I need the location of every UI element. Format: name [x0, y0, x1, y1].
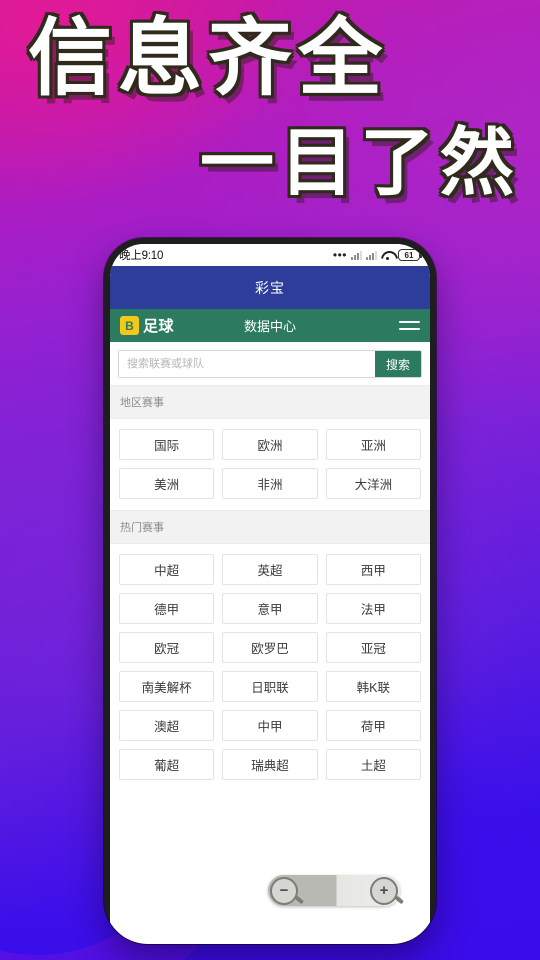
chip-region-4[interactable]: 非洲: [222, 468, 318, 499]
chip-league-9[interactable]: 南美解杯: [119, 671, 215, 702]
chip-league-7[interactable]: 欧罗巴: [222, 632, 318, 663]
brand-logo[interactable]: B 足球: [120, 315, 174, 336]
hot-chip-grid: 中超 英超 西甲 德甲 意甲 法甲 欧冠 欧罗巴 亚冠 南美解杯 日职联 韩K联…: [110, 544, 430, 791]
content-scroll-area[interactable]: 地区赛事 国际 欧洲 亚洲 美洲 非洲 大洋洲 热门赛事 中超 英超 西甲 德甲…: [110, 385, 430, 944]
headline-line-2: 一目了然: [200, 120, 520, 206]
search-section: 搜索: [110, 342, 430, 385]
brand-mark-icon: B: [120, 316, 139, 335]
zoom-control[interactable]: − +: [268, 875, 400, 906]
search-input[interactable]: [119, 351, 375, 377]
status-bar-icons: ••• 61: [332, 248, 422, 262]
app-header: 彩宝: [110, 266, 430, 309]
chip-league-0[interactable]: 中超: [119, 554, 215, 585]
signal-bars-icon-2: [366, 250, 377, 260]
brand-label: 足球: [143, 318, 175, 335]
chip-region-5[interactable]: 大洋洲: [325, 468, 421, 499]
chip-league-5[interactable]: 法甲: [325, 593, 421, 624]
status-bar: 晚上9:10 ••• 61: [110, 244, 430, 266]
chip-league-2[interactable]: 西甲: [325, 554, 421, 585]
poster-background: 信息齐全 一目了然 晚上9:10 ••• 61 彩宝 B 足球 数据中心 搜索联…: [0, 0, 540, 960]
hamburger-menu-icon[interactable]: [399, 321, 420, 330]
phone-mockup: 晚上9:10 ••• 61 彩宝 B 足球 数据中心 搜索联赛或球队 搜索 地区…: [104, 238, 436, 944]
region-chip-grid: 国际 欧洲 亚洲 美洲 非洲 大洋洲: [110, 419, 430, 510]
signal-bars-icon: [351, 250, 362, 260]
chip-region-2[interactable]: 亚洲: [325, 429, 421, 460]
chip-league-13[interactable]: 中甲: [222, 710, 318, 741]
phone-screen: 晚上9:10 ••• 61 彩宝 B 足球 数据中心 搜索联赛或球队 搜索 地区…: [110, 244, 430, 944]
chip-league-4[interactable]: 意甲: [222, 593, 318, 624]
chip-region-3[interactable]: 美洲: [119, 468, 215, 499]
chip-league-12[interactable]: 澳超: [119, 710, 215, 741]
poster-headline: 信息齐全 一目了然: [0, 16, 540, 200]
chip-region-1[interactable]: 欧洲: [222, 429, 318, 460]
section-header-hot: 热门赛事: [110, 510, 430, 544]
chip-league-8[interactable]: 亚冠: [325, 632, 421, 663]
nav-bar: B 足球 数据中心: [110, 309, 430, 342]
search-button[interactable]: 搜索: [375, 351, 421, 377]
chip-league-14[interactable]: 荷甲: [325, 710, 421, 741]
chip-league-15[interactable]: 葡超: [119, 749, 215, 780]
battery-icon: 61: [398, 249, 422, 261]
chip-region-0[interactable]: 国际: [119, 429, 215, 460]
chip-league-16[interactable]: 瑞典超: [222, 749, 318, 780]
search-row: 搜索: [118, 350, 422, 378]
chip-league-6[interactable]: 欧冠: [119, 632, 215, 663]
wifi-icon: [381, 250, 394, 260]
section-header-region: 地区赛事: [110, 385, 430, 419]
status-bar-time: 晚上9:10: [119, 250, 164, 262]
chip-league-17[interactable]: 土超: [325, 749, 421, 780]
more-dots-icon: •••: [332, 248, 347, 262]
magnifier-minus-icon[interactable]: −: [270, 876, 298, 905]
chip-league-3[interactable]: 德甲: [119, 593, 215, 624]
magnifier-plus-icon[interactable]: +: [370, 876, 398, 905]
headline-line-1: 信息齐全: [28, 9, 389, 107]
app-title: 彩宝: [255, 279, 285, 296]
chip-league-10[interactable]: 日职联: [222, 671, 318, 702]
chip-league-1[interactable]: 英超: [222, 554, 318, 585]
chip-league-11[interactable]: 韩K联: [325, 671, 421, 702]
